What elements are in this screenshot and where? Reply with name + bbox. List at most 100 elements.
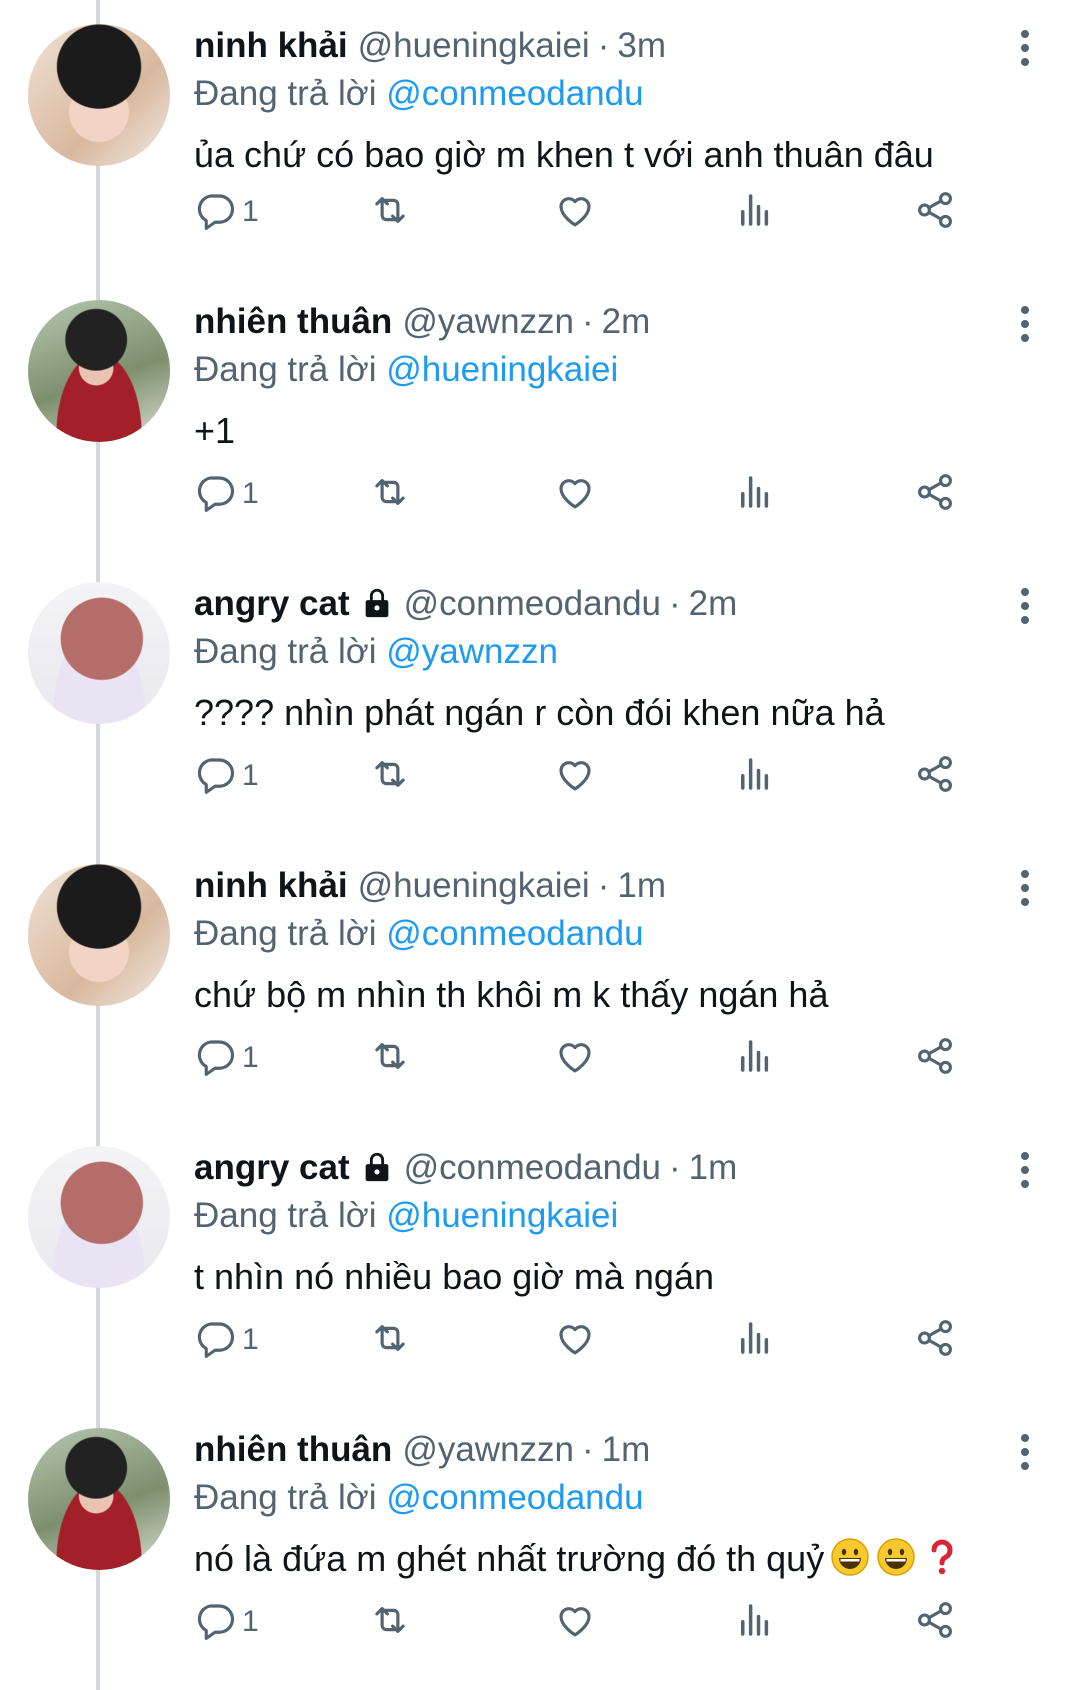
share-icon (914, 1317, 956, 1364)
mention-link[interactable]: @conmeodandu (386, 1478, 643, 1517)
replying-to-label: Đang trả lời (194, 74, 377, 113)
retweet-button[interactable] (369, 471, 411, 518)
retweet-button[interactable] (369, 1035, 411, 1082)
heart-icon (554, 189, 596, 236)
share-button[interactable] (914, 1317, 956, 1364)
reply-button[interactable]: 1 (194, 189, 259, 236)
mention-link[interactable]: @hueningkaiei (386, 350, 618, 389)
avatar[interactable] (28, 300, 170, 442)
user-handle[interactable]: @conmeodandu (404, 1144, 661, 1192)
tweet[interactable]: angry cat @conmeodandu · 2m Đang trả lời… (0, 558, 1080, 840)
tweet[interactable]: angry cat @conmeodandu · 1m Đang trả lời… (0, 1122, 1080, 1404)
more-options-icon[interactable] (1010, 1150, 1040, 1190)
avatar[interactable] (28, 24, 170, 166)
share-button[interactable] (914, 471, 956, 518)
tweet-text-body: t nhìn nó nhiều bao giờ mà ngán (194, 1256, 714, 1297)
display-name[interactable]: angry cat (194, 580, 350, 628)
like-button[interactable] (554, 1035, 596, 1082)
tweet[interactable]: nhiên thuân @yawnzzn · 2m Đang trả lời @… (0, 276, 1080, 558)
replying-to: Đang trả lời @conmeodandu (194, 910, 1050, 958)
retweet-button[interactable] (369, 189, 411, 236)
share-icon (914, 1035, 956, 1082)
timestamp[interactable]: 1m (617, 862, 666, 910)
user-handle[interactable]: @hueningkaiei (358, 862, 590, 910)
retweet-button[interactable] (369, 753, 411, 800)
share-button[interactable] (914, 189, 956, 236)
tweet[interactable]: ninh khải @hueningkaiei · 3m Đang trả lờ… (0, 0, 1080, 276)
tweet-header: nhiên thuân @yawnzzn · 1m (194, 1426, 1050, 1474)
timestamp[interactable]: 2m (689, 580, 738, 628)
tweet-header: angry cat @conmeodandu · 2m (194, 580, 1050, 628)
mention-link[interactable]: @hueningkaiei (386, 1196, 618, 1235)
avatar[interactable] (28, 864, 170, 1006)
like-button[interactable] (554, 753, 596, 800)
reply-button[interactable]: 1 (194, 471, 259, 518)
heart-icon (554, 1317, 596, 1364)
reply-count: 1 (242, 759, 259, 792)
reply-icon (194, 1317, 236, 1364)
user-handle[interactable]: @conmeodandu (404, 580, 661, 628)
mention-link[interactable]: @yawnzzn (386, 632, 558, 671)
more-options-icon[interactable] (1010, 868, 1040, 908)
tweet-header: ninh khải @hueningkaiei · 3m (194, 22, 1050, 70)
mention-link[interactable]: @conmeodandu (386, 74, 643, 113)
tweet-text: +1 (194, 406, 1050, 456)
bar-chart-icon (734, 753, 776, 800)
tweet-text-body: ủa chứ có bao giờ m khen t với anh thuân… (194, 134, 934, 175)
views-button[interactable] (734, 1599, 776, 1646)
user-handle[interactable]: @hueningkaiei (358, 22, 590, 70)
tweet-header: angry cat @conmeodandu · 1m (194, 1144, 1050, 1192)
reply-button[interactable]: 1 (194, 753, 259, 800)
like-button[interactable] (554, 1317, 596, 1364)
more-options-icon[interactable] (1010, 28, 1040, 68)
views-button[interactable] (734, 189, 776, 236)
mention-link[interactable]: @conmeodandu (386, 914, 643, 953)
share-button[interactable] (914, 753, 956, 800)
user-handle[interactable]: @yawnzzn (402, 1426, 574, 1474)
timestamp[interactable]: 2m (602, 298, 651, 346)
display-name[interactable]: ninh khải (194, 22, 348, 70)
views-button[interactable] (734, 753, 776, 800)
display-name[interactable]: ninh khải (194, 862, 348, 910)
retweet-button[interactable] (369, 1599, 411, 1646)
reply-count: 1 (242, 477, 259, 510)
share-button[interactable] (914, 1599, 956, 1646)
grinning-face-emoji (876, 1537, 916, 1577)
like-button[interactable] (554, 189, 596, 236)
tweet[interactable]: nhiên thuân @yawnzzn · 1m Đang trả lời @… (0, 1404, 1080, 1686)
reply-count: 1 (242, 195, 259, 228)
timestamp[interactable]: 1m (602, 1426, 651, 1474)
tweet-header: nhiên thuân @yawnzzn · 2m (194, 298, 1050, 346)
timestamp[interactable]: 1m (689, 1144, 738, 1192)
more-options-icon[interactable] (1010, 1432, 1040, 1472)
display-name[interactable]: nhiên thuân (194, 298, 392, 346)
share-icon (914, 1599, 956, 1646)
like-button[interactable] (554, 1599, 596, 1646)
retweet-button[interactable] (369, 1317, 411, 1364)
avatar[interactable] (28, 1428, 170, 1570)
share-button[interactable] (914, 1035, 956, 1082)
more-options-icon[interactable] (1010, 586, 1040, 626)
display-name[interactable]: angry cat (194, 1144, 350, 1192)
more-options-icon[interactable] (1010, 304, 1040, 344)
like-button[interactable] (554, 471, 596, 518)
views-button[interactable] (734, 1035, 776, 1082)
grinning-face-emoji (830, 1537, 870, 1577)
user-handle[interactable]: @yawnzzn (402, 298, 574, 346)
reply-count: 1 (242, 1605, 259, 1638)
separator-dot: · (597, 26, 610, 65)
avatar[interactable] (28, 582, 170, 724)
display-name[interactable]: nhiên thuân (194, 1426, 392, 1474)
tweet-text: nó là đứa m ghét nhất trường đó th quỷ (194, 1534, 1050, 1584)
separator-dot: · (669, 584, 681, 623)
reply-button[interactable]: 1 (194, 1599, 259, 1646)
timestamp[interactable]: 3m (617, 22, 666, 70)
separator-dot: · (582, 302, 594, 341)
tweet[interactable]: ninh khải @hueningkaiei · 1m Đang trả lờ… (0, 840, 1080, 1122)
views-button[interactable] (734, 471, 776, 518)
views-button[interactable] (734, 1317, 776, 1364)
avatar[interactable] (28, 1146, 170, 1288)
reply-button[interactable]: 1 (194, 1035, 259, 1082)
tweet-text: chứ bộ m nhìn th khôi m k thấy ngán hả (194, 970, 1050, 1020)
reply-button[interactable]: 1 (194, 1317, 259, 1364)
